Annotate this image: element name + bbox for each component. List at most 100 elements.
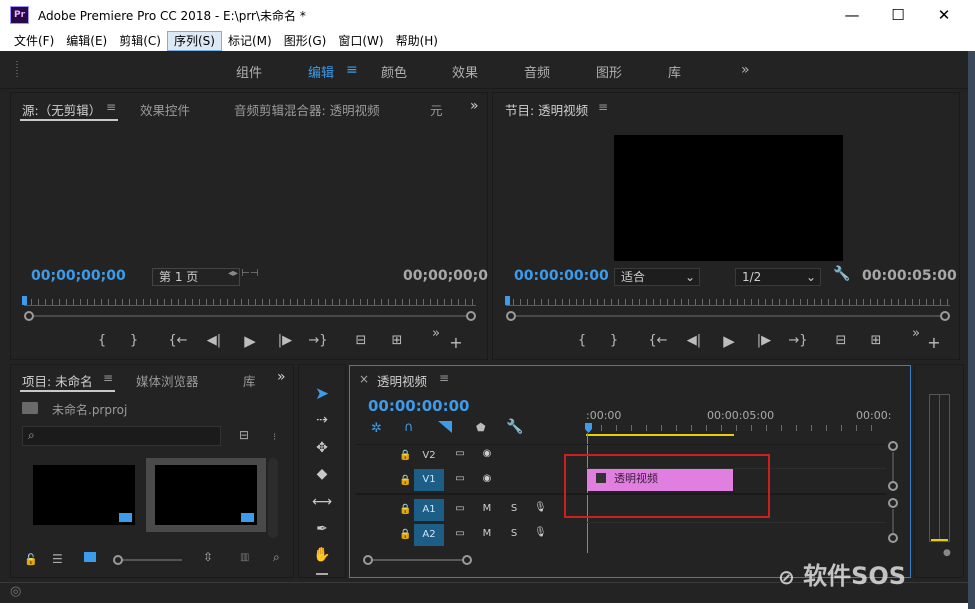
video-tracks-scrollbar[interactable] — [892, 452, 894, 482]
bin-options-icon[interactable]: ⁝ — [273, 432, 276, 443]
workspace-graphics[interactable]: 图形 — [596, 62, 622, 81]
a2-mic-icon[interactable]: 🎙 — [534, 527, 547, 538]
v1-eye-icon[interactable]: ◉ — [480, 473, 494, 484]
step-back-button[interactable]: ◀| — [204, 333, 224, 348]
icon-view-icon[interactable] — [84, 552, 96, 562]
background-task-icon[interactable]: ◎ — [10, 584, 21, 599]
program-mark-out-button[interactable]: } — [604, 333, 624, 348]
tab-timeline[interactable]: 透明视频 — [377, 371, 427, 390]
overwrite-button[interactable]: ⊞ — [387, 333, 407, 348]
panel-more-icon[interactable]: » — [470, 98, 479, 114]
pen-tool-icon[interactable]: ✒ — [310, 517, 334, 541]
insert-button[interactable]: ⊟ — [351, 333, 371, 348]
project-search-input[interactable]: ⌕ — [22, 426, 221, 446]
audio-tracks-scroll-top[interactable] — [888, 498, 898, 508]
list-view-icon[interactable]: ☰ — [52, 552, 63, 566]
close-button[interactable]: ✕ — [921, 0, 967, 30]
a1-sync-icon[interactable]: ▭ — [454, 503, 466, 514]
new-bin-icon[interactable]: ⊟ — [239, 428, 249, 442]
ripple-edit-tool-icon[interactable]: ✥ — [310, 436, 334, 460]
program-more-controls-icon[interactable]: » — [906, 326, 926, 341]
program-step-back-button[interactable]: ◀| — [684, 333, 704, 348]
program-go-to-out-button[interactable]: →} — [788, 333, 808, 348]
a1-mute-button[interactable]: M — [481, 503, 493, 514]
tab-metadata[interactable]: 元 — [430, 100, 443, 119]
v2-lock-icon[interactable]: 🔒 — [399, 450, 411, 461]
timeline-zoom-left[interactable] — [363, 555, 373, 565]
workspace-color[interactable]: 颜色 — [381, 62, 407, 81]
wrench-icon[interactable]: 🔧 — [833, 266, 850, 282]
timeline-zoom-right[interactable] — [462, 555, 472, 565]
project-item-thumbnail-clip[interactable] — [155, 465, 257, 525]
tab-effect-controls[interactable]: 效果控件 — [140, 100, 190, 119]
timeline-zoom-bar[interactable] — [372, 559, 466, 561]
meter-reset-icon[interactable]: ● — [943, 548, 951, 558]
tab-program[interactable]: 节目: 透明视频 — [505, 100, 588, 119]
source-zoom-bar[interactable] — [30, 315, 470, 317]
tab-source[interactable]: 源:（无剪辑） — [22, 100, 101, 119]
track-v2-label[interactable]: V2 — [419, 450, 439, 461]
tab-project[interactable]: 项目: 未命名 — [22, 371, 93, 390]
tab-audio-clip-mixer[interactable]: 音频剪辑混合器: 透明视频 — [234, 100, 380, 119]
program-zoom-handle-left[interactable] — [506, 311, 516, 321]
project-scrollbar[interactable] — [268, 458, 278, 538]
menu-file[interactable]: 文件(F) — [8, 31, 60, 51]
add-marker-icon[interactable]: ⬟ — [476, 421, 486, 434]
workspace-libraries[interactable]: 库 — [668, 62, 681, 81]
source-zoom-handle-right[interactable] — [466, 311, 476, 321]
program-playhead[interactable] — [505, 296, 510, 305]
track-a1-target[interactable]: A1 — [414, 499, 444, 521]
track-v1-target[interactable]: V1 — [414, 469, 444, 491]
audio-tracks-scroll-bottom[interactable] — [888, 533, 898, 543]
tab-media-browser[interactable]: 媒体浏览器 — [136, 371, 199, 390]
selection-tool-icon[interactable]: ➤ — [310, 382, 334, 406]
video-tracks-scroll-top[interactable] — [888, 441, 898, 451]
track-a2-target[interactable]: A2 — [414, 524, 444, 546]
page-select[interactable]: 第 1 页 — [152, 268, 240, 286]
maximize-button[interactable]: ☐ — [875, 0, 921, 30]
workspace-assembly[interactable]: 组件 — [236, 62, 262, 81]
fit-select[interactable]: 适合 ⌄ — [614, 268, 700, 286]
menu-window[interactable]: 窗口(W) — [332, 31, 389, 51]
extract-button[interactable]: ⊞ — [866, 333, 886, 348]
workspace-more-icon[interactable]: » — [741, 62, 750, 78]
program-step-forward-button[interactable]: |▶ — [754, 333, 774, 348]
go-to-in-button[interactable]: {← — [168, 333, 188, 348]
mark-in-button[interactable]: { — [92, 333, 112, 348]
a2-mute-button[interactable]: M — [481, 528, 493, 539]
step-forward-button[interactable]: |▶ — [275, 333, 295, 348]
source-add-button-icon[interactable]: + — [446, 333, 466, 352]
panel-menu-icon[interactable]: ≡ — [106, 100, 116, 114]
timeline-close-icon[interactable]: × — [359, 372, 369, 386]
source-more-controls-icon[interactable]: » — [426, 326, 446, 341]
minimize-button[interactable]: — — [829, 0, 875, 30]
v2-eye-icon[interactable]: ◉ — [480, 448, 494, 459]
a1-mic-icon[interactable]: 🎙 — [534, 502, 547, 513]
menu-marker[interactable]: 标记(M) — [222, 31, 278, 51]
a1-solo-button[interactable]: S — [508, 503, 520, 514]
program-mark-in-button[interactable]: { — [572, 333, 592, 348]
project-item-thumbnail-sequence[interactable] — [33, 465, 135, 525]
source-playhead[interactable] — [22, 296, 27, 305]
timeline-menu-icon[interactable]: ≡ — [439, 371, 449, 385]
nest-icon[interactable]: ✲ — [371, 421, 382, 436]
timeline-settings-icon[interactable]: 🔧 — [506, 419, 523, 435]
project-menu-icon[interactable]: ≡ — [103, 371, 113, 385]
source-zoom-handle-left[interactable] — [24, 311, 34, 321]
a2-sync-icon[interactable]: ▭ — [454, 528, 466, 539]
resolution-select[interactable]: 1/2 ⌄ — [735, 268, 821, 286]
menu-edit[interactable]: 编辑(E) — [60, 31, 113, 51]
program-go-to-in-button[interactable]: {← — [648, 333, 668, 348]
type-tool-icon[interactable] — [316, 573, 328, 575]
lock-icon[interactable]: 🔓 — [24, 553, 38, 566]
go-to-out-button[interactable]: →} — [308, 333, 328, 348]
program-play-button[interactable]: ▶ — [719, 332, 739, 350]
program-zoom-handle-right[interactable] — [940, 311, 950, 321]
tab-library[interactable]: 库 — [243, 371, 257, 390]
workspace-menu-icon[interactable]: ≡ — [346, 62, 358, 78]
workspace-audio[interactable]: 音频 — [524, 62, 550, 81]
play-button[interactable]: ▶ — [240, 332, 260, 350]
workspace-effects[interactable]: 效果 — [452, 62, 478, 81]
menu-graphics[interactable]: 图形(G) — [278, 31, 333, 51]
slip-tool-icon[interactable]: ⟷ — [310, 490, 334, 514]
